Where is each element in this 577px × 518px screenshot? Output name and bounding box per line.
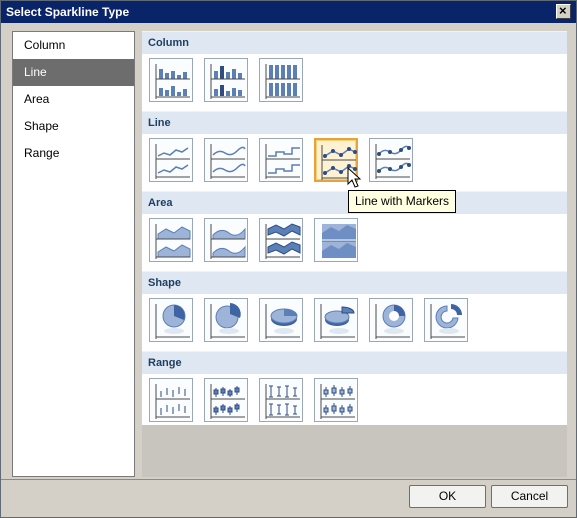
line-chart-icon	[155, 144, 190, 179]
dialog-title: Select Sparkline Type	[6, 5, 130, 19]
area-stacked-thumbnail[interactable]	[259, 218, 303, 262]
category-line[interactable]: Line	[13, 59, 134, 86]
cancel-button[interactable]: Cancel	[491, 485, 568, 508]
area-filled-thumbnail[interactable]	[314, 218, 358, 262]
ok-button[interactable]: OK	[409, 485, 486, 508]
candlestick-icon	[210, 384, 245, 419]
pie-icon	[155, 304, 190, 339]
category-column[interactable]: Column	[13, 32, 134, 59]
category-range[interactable]: Range	[13, 140, 134, 167]
shape-pie-3d-thumbnail[interactable]	[259, 298, 303, 342]
column-marker-icon	[210, 64, 245, 99]
shape-pie-thumbnail[interactable]	[149, 298, 193, 342]
smooth-area-icon	[210, 224, 246, 259]
stacked-area-icon	[265, 223, 301, 259]
box-range-icon	[320, 384, 355, 419]
high-low-icon	[155, 384, 190, 419]
range-hilo-thumbnail[interactable]	[149, 378, 193, 422]
close-icon: ×	[559, 3, 567, 18]
range-error-bar-thumbnail[interactable]	[259, 378, 303, 422]
column-stacked-thumbnail[interactable]	[259, 58, 303, 102]
step-line-icon	[265, 144, 300, 179]
column-type-thumbnail[interactable]	[149, 58, 193, 102]
section-header-column: Column	[142, 31, 567, 54]
category-shape[interactable]: Shape	[13, 113, 134, 140]
sparkline-type-gallery: Column Line Area Shape Range	[142, 31, 567, 425]
shape-donut-thumbnail[interactable]	[369, 298, 413, 342]
footer-separator	[1, 479, 576, 480]
category-list: Column Line Area Shape Range	[12, 31, 135, 477]
column-chart-icon	[155, 64, 190, 99]
shape-pie-3d-exploded-thumbnail[interactable]	[314, 298, 358, 342]
title-bar[interactable]: Select Sparkline Type ×	[1, 1, 576, 23]
row-range	[142, 374, 567, 431]
line-step-thumbnail[interactable]	[259, 138, 303, 182]
filled-area-icon	[322, 224, 356, 258]
shape-donut-exploded-thumbnail[interactable]	[424, 298, 468, 342]
area-chart-icon	[155, 224, 191, 259]
line-smooth-markers-thumbnail[interactable]	[369, 138, 413, 182]
tooltip: Line with Markers	[348, 190, 457, 213]
shape-pie-exploded-thumbnail[interactable]	[204, 298, 248, 342]
error-bar-icon	[265, 384, 300, 419]
line-basic-thumbnail[interactable]	[149, 138, 193, 182]
range-box-thumbnail[interactable]	[314, 378, 358, 422]
gallery-empty-area	[142, 425, 567, 477]
donut-icon	[375, 304, 410, 339]
pie-3d-icon	[265, 304, 300, 339]
section-header-range: Range	[142, 351, 567, 374]
smooth-markers-icon	[375, 144, 411, 179]
category-area[interactable]: Area	[13, 86, 134, 113]
area-basic-thumbnail[interactable]	[149, 218, 193, 262]
pie-3d-exploded-icon	[320, 304, 355, 339]
row-shape	[142, 294, 567, 351]
section-header-line: Line	[142, 111, 567, 134]
close-button[interactable]: ×	[556, 3, 571, 19]
line-smooth-thumbnail[interactable]	[204, 138, 248, 182]
exploded-pie-icon	[210, 303, 245, 339]
column-marked-thumbnail[interactable]	[204, 58, 248, 102]
range-candlestick-thumbnail[interactable]	[204, 378, 248, 422]
exploded-donut-icon	[430, 304, 465, 339]
select-sparkline-dialog: Select Sparkline Type × Column Line Area…	[0, 0, 577, 518]
mouse-pointer-icon	[347, 167, 361, 188]
row-column	[142, 54, 567, 111]
row-area	[142, 214, 567, 271]
section-header-shape: Shape	[142, 271, 567, 294]
column-stacked-icon	[265, 64, 300, 99]
area-smooth-thumbnail[interactable]	[204, 218, 248, 262]
smooth-line-icon	[210, 144, 246, 179]
